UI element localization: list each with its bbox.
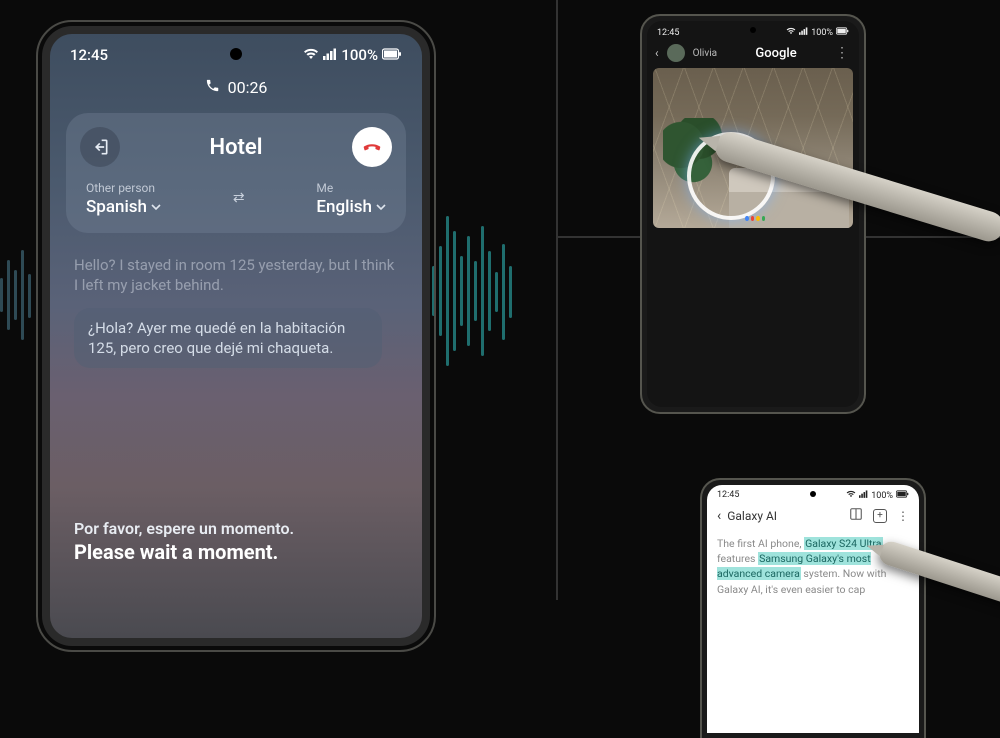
status-time: 12:45 [70, 46, 108, 64]
translate-card: Hotel Other person Spanish ⇄ [66, 113, 406, 233]
audio-wave-left [0, 250, 31, 340]
battery-icon [382, 46, 402, 64]
status-time: 12:45 [657, 28, 679, 38]
me-language-selector[interactable]: Me English [316, 181, 386, 217]
exit-translate-button[interactable] [80, 127, 120, 167]
contact-name: Olivia [693, 48, 717, 59]
battery-text: 100% [341, 46, 378, 64]
wifi-icon [846, 490, 856, 501]
wifi-icon [786, 27, 796, 38]
me-language-label: Me [316, 181, 386, 195]
phone-screen-top-right: 12:45 100% ‹ Olivia Google ⋮ [647, 21, 859, 407]
battery-icon [896, 490, 909, 501]
me-language-value: English [316, 197, 372, 217]
back-button[interactable]: ‹ [655, 46, 659, 60]
swap-languages-button[interactable]: ⇄ [233, 190, 245, 206]
page-title: Galaxy AI [727, 509, 777, 523]
signal-icon [859, 490, 868, 501]
other-language-value: Spanish [86, 197, 147, 217]
phone-frame-bottom-right: 12:45 100% ‹ Galaxy AI + ⋮ [700, 478, 926, 738]
reader-mode-icon[interactable] [849, 507, 863, 524]
search-brand-logo: Google [725, 46, 827, 61]
live-translation: Por favor, espere un momento. Please wai… [74, 519, 294, 564]
camera-hole-icon [750, 27, 756, 33]
status-time: 12:45 [717, 490, 739, 501]
browser-toolbar: ‹ Galaxy AI + ⋮ [707, 503, 919, 530]
transcript-translated: ¿Hola? Ayer me quedé en la habitación 12… [74, 308, 382, 369]
google-dots-icon [745, 216, 765, 222]
other-language-label: Other person [86, 181, 161, 195]
contact-avatar[interactable] [667, 44, 685, 62]
phone-icon [205, 78, 220, 97]
live-translation-source: Por favor, espere un momento. [74, 519, 294, 538]
more-menu-button[interactable]: ⋮ [897, 509, 909, 523]
phone-screen-left: 12:45 100% 00:2 [50, 34, 422, 638]
more-menu-button[interactable]: ⋮ [835, 45, 849, 61]
call-duration-row: 00:26 [50, 70, 422, 107]
article-text: features [717, 552, 758, 565]
chevron-down-icon [376, 202, 386, 212]
battery-text: 100% [871, 491, 893, 501]
end-call-button[interactable] [352, 127, 392, 167]
battery-text: 100% [811, 28, 833, 38]
call-duration: 00:26 [228, 78, 268, 97]
signal-icon [323, 46, 337, 64]
panel-divider-vertical [556, 0, 558, 600]
transcript: Hello? I stayed in room 125 yesterday, b… [50, 245, 422, 374]
phone-frame-top-right: 12:45 100% ‹ Olivia Google ⋮ [640, 14, 866, 414]
wifi-icon [303, 46, 319, 64]
phone-frame-left: 12:45 100% 00:2 [42, 26, 430, 646]
chevron-down-icon [151, 202, 161, 212]
back-button[interactable]: ‹ [717, 508, 721, 524]
live-translation-target: Please wait a moment. [74, 540, 294, 564]
call-title: Hotel [210, 135, 263, 160]
new-tab-button[interactable]: + [873, 509, 887, 523]
article-text: The first AI phone, [717, 537, 804, 550]
camera-hole-icon [230, 48, 242, 60]
battery-icon [836, 27, 849, 38]
camera-hole-icon [810, 491, 816, 497]
transcript-original: Hello? I stayed in room 125 yesterday, b… [74, 255, 398, 296]
phone-screen-bottom-right: 12:45 100% ‹ Galaxy AI + ⋮ [707, 485, 919, 733]
audio-wave-right [432, 216, 512, 366]
signal-icon [799, 27, 808, 38]
other-language-selector[interactable]: Other person Spanish [86, 181, 161, 217]
